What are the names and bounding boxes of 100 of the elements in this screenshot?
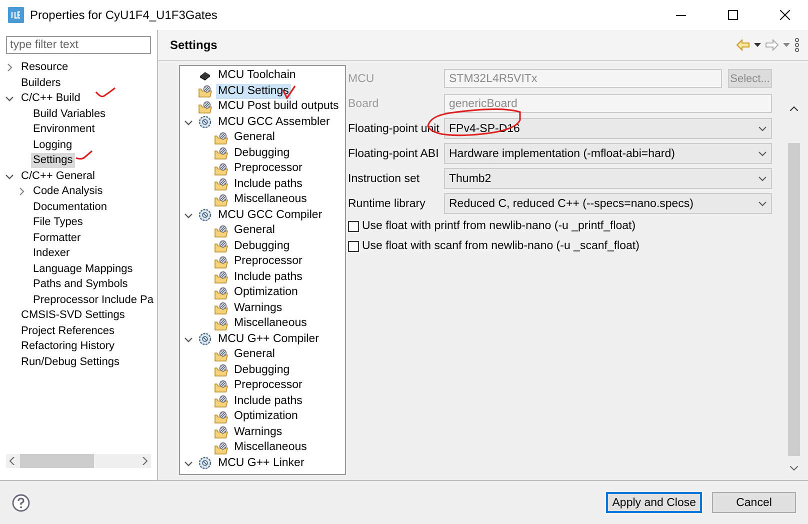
tree-item[interactable]: Debugging: [232, 362, 292, 378]
field-label: Runtime library: [348, 198, 426, 210]
tree-item[interactable]: MCU GCC Compiler: [216, 208, 324, 223]
chevron-down-icon[interactable]: [184, 210, 193, 220]
tree-item[interactable]: Debugging: [232, 146, 292, 161]
chevron-down-icon[interactable]: [5, 172, 14, 181]
tree-item[interactable]: Documentation: [31, 200, 109, 215]
folder-gear-icon: [214, 130, 228, 145]
tree-item[interactable]: MCU G++ Linker: [216, 456, 306, 471]
folder-gear-icon: [198, 100, 212, 114]
checkbox[interactable]: [348, 220, 359, 232]
checkbox-label: Use float with scanf from newlib-nano (-u _scanf_float): [362, 240, 640, 252]
scroll-down-icon[interactable]: [790, 466, 798, 471]
chevron-down-icon[interactable]: [184, 334, 193, 344]
dropdown[interactable]: Reduced C, reduced C++ (--specs=nano.specs): [444, 193, 772, 214]
folder-gear-icon: [214, 440, 228, 455]
tree-item[interactable]: General: [232, 347, 277, 362]
tree-item[interactable]: Optimization: [232, 409, 300, 424]
tree-item[interactable]: Logging: [31, 138, 74, 153]
folder-gear-icon: [214, 177, 228, 192]
dialog-button[interactable]: Apply and Close: [606, 492, 702, 513]
scroll-right-icon[interactable]: [142, 457, 148, 465]
close-icon[interactable]: [780, 10, 790, 20]
gear-icon: [198, 456, 212, 470]
tree-item[interactable]: Include paths: [232, 394, 304, 409]
scroll-up-icon[interactable]: [790, 106, 798, 111]
horizontal-scrollbar[interactable]: [6, 454, 151, 468]
tree-item[interactable]: Resource: [19, 60, 70, 76]
tree-item[interactable]: MCU Post build outputs: [216, 99, 341, 114]
tree-item[interactable]: Refactoring History: [19, 339, 117, 354]
tree-item[interactable]: Miscellaneous: [232, 192, 309, 208]
chevron-down-icon[interactable]: [5, 94, 14, 104]
tree-item[interactable]: MCU Toolchain: [216, 68, 298, 84]
checkbox[interactable]: [348, 240, 359, 252]
dropdown[interactable]: Hardware implementation (-mfloat-abi=hard): [444, 143, 772, 164]
maximize-icon[interactable]: [728, 10, 738, 20]
filter-field[interactable]: type filter text: [6, 36, 151, 54]
tree-item[interactable]: Miscellaneous: [232, 440, 309, 456]
tree-item[interactable]: Miscellaneous: [232, 316, 309, 332]
tree-item[interactable]: Build Variables: [31, 106, 108, 122]
chevron-right-icon[interactable]: [17, 187, 26, 196]
annotation-checkmark: [95, 87, 116, 98]
folder-gear-icon: [214, 348, 228, 362]
folder-gear-icon: [214, 410, 228, 424]
app-icon: [8, 7, 24, 23]
folder-gear-icon: [214, 394, 228, 408]
tree-item[interactable]: MCU Settings: [216, 84, 291, 99]
gear-icon: [198, 332, 212, 346]
folder-gear-icon: [214, 192, 228, 207]
chevron-down-icon[interactable]: [184, 118, 193, 127]
dropdown-caret-icon: [758, 150, 767, 156]
dropdown-caret-icon: [758, 126, 767, 132]
more-menu-icon[interactable]: [794, 38, 800, 52]
tree-item[interactable]: Settings: [31, 153, 75, 168]
chevron-right-icon[interactable]: [5, 63, 14, 72]
field-label: Instruction set: [348, 172, 421, 184]
tree-item[interactable]: Builders: [19, 76, 63, 91]
tree-item[interactable]: File Types: [31, 215, 85, 230]
dropdown-caret-icon: [758, 176, 767, 182]
tree-item[interactable]: Include paths: [232, 176, 304, 192]
tree-item[interactable]: CMSIS-SVD Settings: [19, 308, 127, 324]
tree-item[interactable]: Preprocessor Include Pa: [31, 292, 156, 308]
tree-item[interactable]: Preprocessor: [232, 378, 304, 394]
help-icon[interactable]: [12, 494, 30, 512]
tree-item[interactable]: MCU G++ Compiler: [216, 332, 321, 347]
tree-item[interactable]: C/C++ Build: [19, 91, 82, 106]
tree-item[interactable]: Warnings: [232, 300, 284, 316]
tree-item[interactable]: Warnings: [232, 424, 284, 440]
tree-item[interactable]: Debugging: [232, 238, 292, 254]
folder-gear-icon: [214, 363, 228, 378]
tree-item[interactable]: Indexer: [31, 246, 72, 262]
tree-item[interactable]: Language Mappings: [31, 262, 135, 277]
tree-item[interactable]: C/C++ General: [19, 168, 97, 184]
folder-gear-icon: [214, 224, 228, 238]
tree-item[interactable]: Project References: [19, 324, 117, 339]
tree-item[interactable]: Paths and Symbols: [31, 277, 130, 292]
dropdown-caret-icon: [758, 200, 767, 206]
tree-item[interactable]: Environment: [31, 122, 97, 138]
tree-item[interactable]: General: [232, 130, 277, 146]
dialog-button[interactable]: Cancel: [712, 492, 796, 513]
tree-item[interactable]: Run/Debug Settings: [19, 354, 122, 370]
folder-gear-icon: [214, 425, 228, 440]
folder-gear-icon: [214, 270, 228, 284]
tree-item[interactable]: General: [232, 223, 277, 238]
tree-item[interactable]: Preprocessor: [232, 161, 304, 176]
page-title: Settings: [170, 38, 218, 52]
folder-gear-icon: [214, 162, 228, 176]
tree-item[interactable]: Code Analysis: [31, 184, 105, 200]
tree-item[interactable]: Optimization: [232, 285, 300, 300]
dropdown-caret-icon[interactable]: [754, 43, 761, 47]
gear-icon: [198, 115, 212, 130]
tree-item[interactable]: Preprocessor: [232, 254, 304, 270]
tree-item[interactable]: MCU GCC Assembler: [216, 114, 332, 130]
scroll-left-icon[interactable]: [9, 457, 15, 465]
dropdown[interactable]: Thumb2: [444, 168, 772, 189]
tree-item[interactable]: Formatter: [31, 230, 83, 246]
tree-item[interactable]: Include paths: [232, 270, 304, 285]
minimize-icon[interactable]: [676, 14, 686, 16]
chevron-down-icon[interactable]: [184, 458, 193, 468]
folder-gear-icon: [214, 146, 228, 160]
